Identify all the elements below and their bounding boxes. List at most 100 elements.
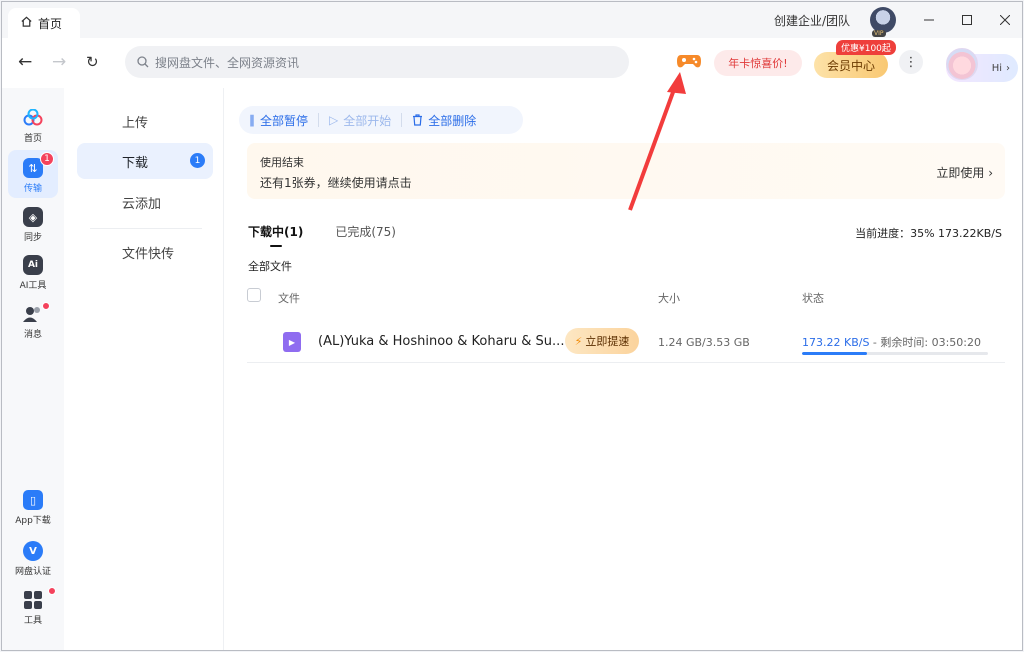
start-all-button[interactable]: ▷ 全部开始 [319,106,401,134]
home-cloud-icon [23,108,43,128]
mascot-avatar-icon[interactable] [946,48,978,80]
messages-dot [42,302,50,310]
use-now-label: 立即使用 [936,166,985,180]
close-icon [1000,15,1010,25]
pause-all-label: 全部暂停 [260,113,309,128]
speed-boost-button[interactable]: ⚡ 立即提速 [565,328,639,354]
subnav-quick-transfer[interactable]: 文件快传 [77,234,213,270]
forward-arrow-icon[interactable]: → [52,52,66,72]
subnav-cloud-add[interactable]: 云添加 [77,184,213,220]
refresh-icon[interactable]: ↻ [86,53,99,71]
maximize-button[interactable] [948,2,986,38]
download-speed: 173.22 KB/S [802,336,870,349]
search-placeholder: 搜网盘文件、全网资源资讯 [155,55,300,70]
phone-icon: ▯ [23,490,43,510]
rail-label: 同步 [23,233,42,243]
rail-label: 传输 [23,184,42,194]
all-files-label: 全部文件 [248,260,292,273]
back-arrow-icon[interactable]: ← [18,52,32,72]
table-header: 文件 大小 状态 [247,284,1005,308]
search-input[interactable]: 搜网盘文件、全网资源资讯 [125,46,629,78]
minimize-icon [924,19,934,21]
rail-item-tools[interactable]: 工具 [2,590,64,626]
table-row[interactable]: ▶ (AL)Yuka & Hoshinoo & Koharu & Su... ⚡… [247,321,1005,363]
user-avatar[interactable]: VIP [870,7,896,37]
tools-dot [48,587,56,595]
chevron-right-icon: › [1006,62,1010,74]
maximize-icon [962,15,972,25]
tab-downloading[interactable]: 下载中(1) [248,223,303,247]
notice-title: 使用结束 [260,156,304,169]
subnav-download-label: 下载 [122,155,149,171]
rail-label: 首页 [23,134,42,144]
download-progress-fill [802,352,868,355]
delete-all-button[interactable]: 全部删除 [402,106,486,134]
subnav-upload[interactable]: 上传 [77,103,213,139]
more-dots-icon: ⋮ [904,54,918,70]
rail-item-messages[interactable]: 消息 [2,304,64,340]
rail-label: AI工具 [19,281,47,291]
rail-item-home[interactable]: 首页 [2,108,64,144]
rail-item-ai-tools[interactable]: Ai AI工具 [2,255,64,291]
rail-item-app-download[interactable]: ▯ App下载 [2,490,64,526]
trash-icon [413,114,423,126]
more-menu-button[interactable]: ⋮ [899,50,923,74]
vip-center-button[interactable]: 会员中心 [814,52,888,78]
download-progress-bar [802,352,988,355]
home-icon [20,15,33,31]
rail-item-verify[interactable]: V 网盘认证 [2,541,64,577]
transfer-subnav: 上传 下载 1 云添加 文件快传 [64,88,224,650]
annual-promo-button[interactable]: 年卡惊喜价! [714,50,802,76]
hi-label: Hi [991,62,1002,74]
delete-all-label: 全部删除 [428,113,477,128]
tab-home-label: 首页 [38,16,63,31]
vip-discount-badge: 优惠¥100起 [836,40,896,55]
tab-completed[interactable]: 已完成(75) [335,223,396,240]
coupon-notice: 使用结束 还有1张券，继续使用请点击 立即使用 › [247,143,1005,199]
create-team-link[interactable]: 创建企业/团队 [774,12,850,29]
tools-grid-icon [23,590,43,610]
rail-label: 消息 [23,330,42,340]
progress-summary: 当前进度：35% 173.22KB/S [855,227,1002,240]
tab-home[interactable]: 首页 [8,8,80,38]
transfer-badge: 1 [40,152,54,166]
search-icon [137,56,149,68]
sync-icon: ◈ [23,207,43,227]
subnav-download[interactable]: 下载 1 [77,143,213,179]
use-now-link[interactable]: 立即使用 › [936,164,993,181]
minimize-button[interactable] [910,2,948,38]
download-tabs: 下载中(1) 已完成(75) [248,223,396,247]
play-icon: ▷ [329,113,339,127]
select-all-checkbox[interactable] [247,288,261,302]
messages-icon [23,304,43,324]
download-panel: ∥ 全部暂停 ▷ 全部开始 全部删除 使用结束 还有1张券，继续使用请点击 立即… [225,88,1022,650]
rail-label: App下载 [15,516,51,526]
lightning-icon: ⚡ [574,334,583,348]
close-button[interactable] [986,2,1022,38]
download-count-badge: 1 [190,153,205,168]
rail-item-sync[interactable]: ◈ 同步 [2,207,64,243]
title-bar: 首页 创建企业/团队 VIP [2,2,1022,38]
column-file: 文件 [278,292,300,305]
pause-all-button[interactable]: ∥ 全部暂停 [239,106,318,134]
game-controller-icon[interactable] [676,51,702,71]
chevron-right-icon: › [988,166,993,180]
file-name: (AL)Yuka & Hoshinoo & Koharu & Su... [318,334,565,349]
start-all-label: 全部开始 [343,113,392,128]
pause-icon: ∥ [249,113,255,127]
left-rail: 首页 ⇅ 传输 1 ◈ 同步 Ai AI工具 消息 ▯ App下载 V 网盘认证… [2,88,64,650]
batch-actions: ∥ 全部暂停 ▷ 全部开始 全部删除 [239,106,523,134]
ai-tools-icon: Ai [23,255,43,275]
boost-label: 立即提速 [585,335,630,348]
file-size: 1.24 GB/3.53 GB [658,336,750,349]
column-status: 状态 [802,292,824,305]
avatar-vip-badge: VIP [872,30,886,37]
top-toolbar: ← → ↻ 搜网盘文件、全网资源资讯 年卡惊喜价! 会员中心 优惠¥100起 ⋮… [2,38,1022,88]
column-size: 大小 [658,292,680,305]
remaining-time: - 剩余时间: 03:50:20 [869,336,982,349]
notice-body: 还有1张券，继续使用请点击 [260,176,412,190]
rail-label: 工具 [23,616,42,626]
rail-item-transfer[interactable]: ⇅ 传输 [2,158,64,194]
subnav-divider [90,228,202,229]
verify-icon: V [23,541,43,561]
